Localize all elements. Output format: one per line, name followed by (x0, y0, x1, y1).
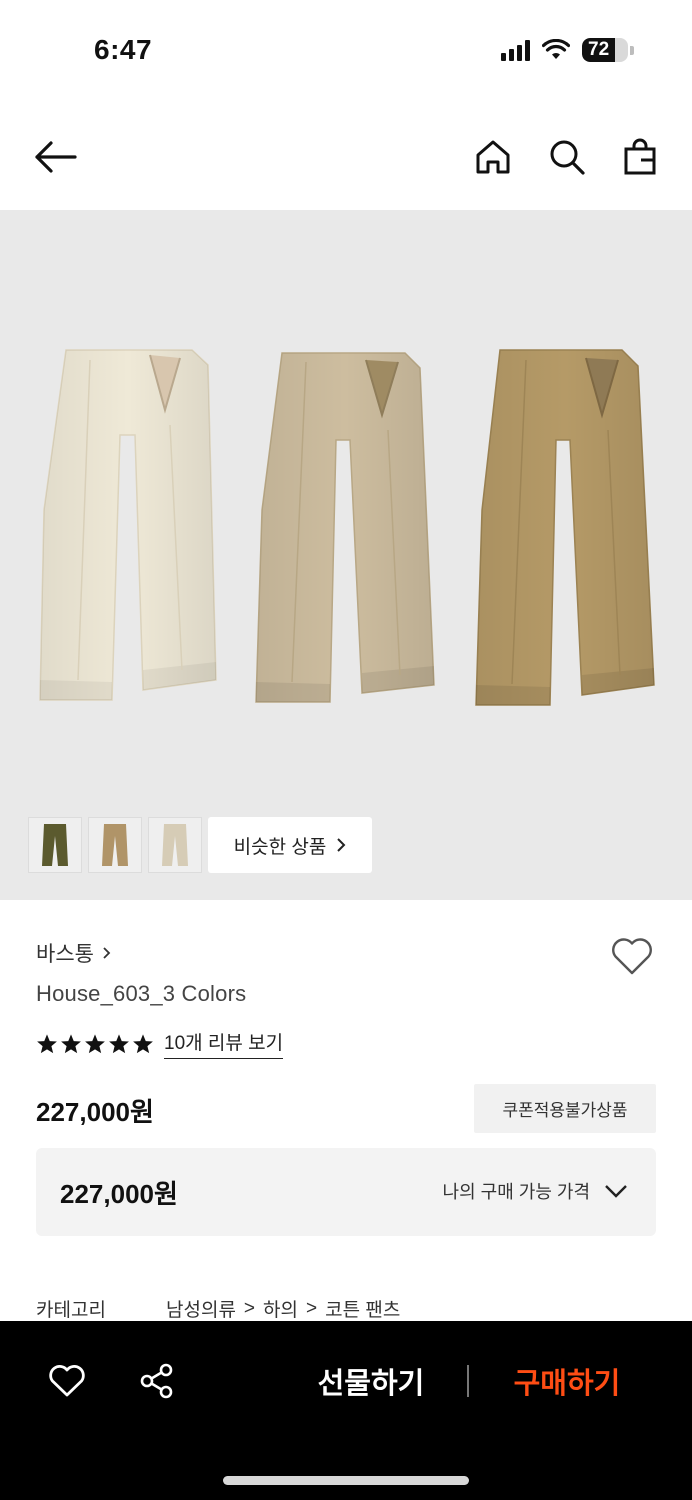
back-arrow-icon (35, 141, 77, 173)
battery-icon: 72 (582, 38, 628, 62)
category-label: 카테고리 (36, 1300, 106, 1321)
star-icon (133, 1033, 153, 1053)
battery-percent: 72 (588, 39, 610, 60)
pants-thumbnail-icon (102, 824, 128, 866)
share-icon (140, 1363, 173, 1399)
product-image-gallery[interactable]: 비슷한 상품 (0, 210, 692, 900)
status-time: 6:47 (94, 34, 153, 65)
product-price: 227,000원 (36, 1097, 154, 1127)
product-name: House_603_3 Colors (36, 981, 247, 1006)
star-icon (37, 1033, 57, 1053)
star-icon (61, 1033, 81, 1053)
chevron-down-icon (605, 1185, 627, 1198)
chevron-right-icon: > (306, 1297, 318, 1319)
my-price-dropdown[interactable]: 227,000원 나의 구매 가능 가격 (36, 1148, 656, 1236)
thumbnail-strip: 비슷한 상품 (28, 817, 372, 873)
rating-stars (36, 1033, 154, 1055)
chevron-right-icon: > (243, 1297, 256, 1319)
like-button[interactable] (47, 1361, 87, 1401)
back-button[interactable] (32, 134, 78, 180)
shopping-bag-icon (624, 138, 656, 175)
brand-name: 바스통 (36, 943, 94, 966)
chevron-right-icon (103, 947, 111, 959)
similar-products-button[interactable]: 비슷한 상품 (208, 817, 372, 873)
heart-icon (49, 1365, 85, 1397)
pants-ivory (39, 349, 217, 701)
pants-khaki (475, 349, 655, 706)
category-crumb[interactable]: 남성의류 (166, 1295, 236, 1322)
product-photo (39, 349, 655, 706)
gift-button[interactable]: 선물하기 (296, 1357, 446, 1405)
brand-link[interactable]: 바스통 (36, 938, 111, 968)
my-price-label-row: 나의 구매 가능 가격 (443, 1178, 628, 1204)
cellular-signal-icon (501, 39, 530, 61)
home-icon (476, 140, 510, 174)
search-button[interactable] (544, 134, 590, 180)
my-price-label: 나의 구매 가능 가격 (442, 1182, 590, 1202)
wifi-icon (542, 39, 570, 59)
review-link[interactable]: 10개 리뷰 보기 (164, 1028, 284, 1059)
divider (467, 1365, 469, 1397)
my-price-value: 227,000원 (60, 1179, 178, 1209)
buy-button[interactable]: 구매하기 (492, 1357, 642, 1405)
status-bar: 6:47 72 (0, 0, 692, 100)
thumbnail-tan[interactable] (88, 817, 142, 873)
star-icon (85, 1033, 105, 1053)
top-nav (0, 118, 692, 198)
bottom-action-bar: 선물하기 구매하기 (0, 1321, 692, 1500)
home-button[interactable] (470, 134, 516, 180)
wishlist-button[interactable] (610, 936, 654, 980)
similar-products-label: 비슷한 상품 (233, 836, 327, 858)
share-button[interactable] (137, 1361, 177, 1401)
rating-row: 10개 리뷰 보기 (36, 1028, 284, 1059)
pants-thumbnail-icon (42, 824, 68, 866)
heart-outline-icon (612, 938, 652, 975)
home-indicator (223, 1476, 469, 1485)
star-icon (109, 1033, 129, 1053)
thumbnail-stone[interactable] (148, 817, 202, 873)
coupon-badge: 쿠폰적용불가상품 (474, 1084, 656, 1133)
thumbnail-olive[interactable] (28, 817, 82, 873)
category-row: 카테고리 남성의류 > 하의 > 코튼 팬츠 (36, 1295, 400, 1322)
chevron-right-icon (337, 838, 346, 852)
pants-beige (255, 352, 435, 703)
pants-thumbnail-icon (162, 824, 188, 866)
status-icons: 72 (501, 38, 634, 62)
search-icon (550, 140, 585, 175)
cart-button[interactable] (617, 134, 663, 180)
category-crumb[interactable]: 코튼 팬츠 (325, 1295, 400, 1322)
category-crumb[interactable]: 하의 (263, 1295, 298, 1322)
